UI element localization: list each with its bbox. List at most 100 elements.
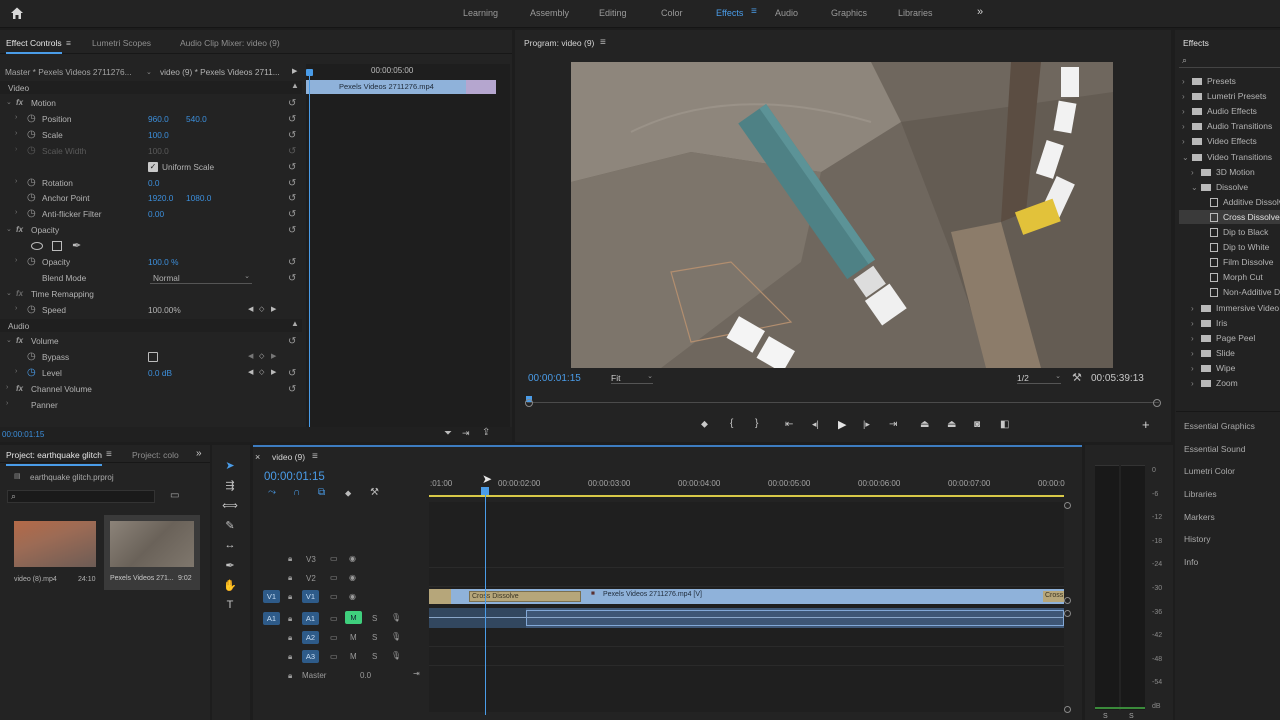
- stopwatch-icon[interactable]: ◷: [27, 113, 36, 124]
- position-y-value[interactable]: 540.0: [186, 114, 207, 124]
- prev-keyframe-icon[interactable]: ◀: [248, 368, 253, 376]
- chevron-right-icon[interactable]: ›: [1182, 137, 1192, 146]
- anchor-x-value[interactable]: 1920.0: [148, 193, 173, 203]
- tab-effect-controls[interactable]: Effect Controls: [6, 38, 62, 54]
- workspace-tab-editing[interactable]: Editing: [599, 8, 627, 18]
- panel-menu-icon[interactable]: ≡: [106, 449, 112, 460]
- stopwatch-icon[interactable]: ◷: [27, 256, 36, 267]
- master-volume-value[interactable]: 0.0: [360, 671, 371, 680]
- reset-icon[interactable]: ↺: [288, 98, 296, 109]
- chevron-right-icon[interactable]: ›: [1191, 319, 1201, 328]
- effects-tree-item[interactable]: › Iris: [1191, 318, 1227, 333]
- solo-button-a1[interactable]: S: [372, 614, 377, 623]
- collapse-up-icon[interactable]: ▲: [291, 319, 299, 328]
- wrench-icon[interactable]: ⚒: [1072, 371, 1082, 384]
- track-label-a3[interactable]: A3: [302, 650, 319, 663]
- reset-icon[interactable]: ↺: [288, 130, 296, 141]
- timeline-playhead-marker[interactable]: [481, 487, 489, 495]
- side-panel-libraries[interactable]: Libraries: [1184, 489, 1217, 499]
- tab-audio-clip-mixer[interactable]: Audio Clip Mixer: video (9): [180, 38, 280, 48]
- lock-icon[interactable]: 🔒︎: [288, 573, 292, 583]
- microphone-icon[interactable]: 🎙︎: [391, 632, 401, 641]
- scroll-handle-icon[interactable]: [1064, 610, 1071, 617]
- ellipse-mask-icon[interactable]: [31, 242, 43, 250]
- lock-icon[interactable]: 🔒︎: [288, 671, 292, 681]
- lift-icon[interactable]: ⏏: [920, 419, 929, 430]
- effect-controls-timecode[interactable]: 00:00:01:15: [2, 430, 44, 439]
- home-icon[interactable]: [10, 6, 24, 20]
- solo-button-a3[interactable]: S: [372, 652, 377, 661]
- track-label-a2[interactable]: A2: [302, 631, 319, 644]
- chevron-down-icon[interactable]: ⌄: [146, 68, 152, 76]
- chevron-right-icon[interactable]: ›: [1191, 349, 1201, 358]
- microphone-icon[interactable]: 🎙︎: [391, 613, 401, 622]
- next-keyframe-icon[interactable]: ▶: [271, 352, 276, 360]
- effects-tree-item[interactable]: › Audio Effects: [1182, 106, 1257, 121]
- sync-lock-icon[interactable]: ▭: [330, 554, 338, 563]
- add-keyframe-icon[interactable]: ◇: [259, 352, 264, 360]
- effects-tree-item[interactable]: › Immersive Video: [1191, 303, 1279, 318]
- stopwatch-icon[interactable]: ◷: [27, 351, 36, 362]
- reset-icon[interactable]: ↺: [288, 257, 296, 268]
- program-current-timecode[interactable]: 00:00:01:15: [528, 373, 581, 384]
- effects-tree-item[interactable]: › Presets: [1182, 76, 1236, 91]
- next-keyframe-icon[interactable]: ▶: [271, 305, 276, 313]
- sync-lock-icon[interactable]: ▭: [330, 652, 338, 661]
- extract-icon[interactable]: ⏏: [947, 419, 956, 430]
- step-back-icon[interactable]: ◂|: [812, 419, 819, 430]
- target-sequence-label[interactable]: video (9) * Pexels Videos 2711...: [160, 67, 280, 77]
- export-icon[interactable]: ⇪: [482, 427, 490, 438]
- compare-icon[interactable]: ◧: [1000, 419, 1009, 430]
- opacity-value[interactable]: 100.0 %: [148, 257, 178, 267]
- program-video-frame[interactable]: [571, 62, 1113, 368]
- effects-tree-item[interactable]: › Slide: [1191, 348, 1235, 363]
- reset-icon[interactable]: ↺: [288, 336, 296, 347]
- tab-project-colo[interactable]: Project: colo: [132, 450, 179, 460]
- new-bin-icon[interactable]: ▭: [170, 490, 179, 501]
- track-label-v3[interactable]: V3: [306, 555, 316, 564]
- stopwatch-icon[interactable]: ◷: [27, 367, 36, 378]
- workspace-tab-effects[interactable]: Effects: [716, 8, 743, 18]
- lock-icon[interactable]: 🔒︎: [288, 633, 292, 643]
- effects-tree-item[interactable]: Cross Dissolve: [1200, 212, 1280, 227]
- end-transition[interactable]: Cross: [1043, 591, 1064, 602]
- filter-icon[interactable]: ⏷: [444, 428, 452, 439]
- effects-search-input[interactable]: ⌕: [1179, 55, 1280, 68]
- track-label-v1[interactable]: V1: [302, 590, 319, 603]
- stopwatch-icon[interactable]: ◷: [27, 129, 36, 140]
- mini-clip-bar[interactable]: Pexels Videos 2711276.mp4: [306, 80, 496, 94]
- chevron-right-icon[interactable]: ›: [1191, 168, 1201, 177]
- stopwatch-icon[interactable]: ◷: [27, 192, 36, 203]
- sync-lock-icon[interactable]: ▭: [330, 592, 338, 601]
- jump-icon[interactable]: ⇥: [462, 428, 470, 439]
- pen-mask-icon[interactable]: ✒: [72, 239, 81, 252]
- workspace-tab-libraries[interactable]: Libraries: [898, 8, 933, 18]
- stopwatch-icon[interactable]: ◷: [27, 304, 36, 315]
- tab-project-earthquake[interactable]: Project: earthquake glitch: [6, 450, 102, 466]
- hamburger-menu-icon[interactable]: ≡: [751, 6, 757, 17]
- track-label-v2[interactable]: V2: [306, 574, 316, 583]
- selection-tool-icon[interactable]: ➤: [222, 459, 238, 475]
- effects-tree-item[interactable]: › 3D Motion: [1191, 167, 1255, 182]
- side-panel-markers[interactable]: Markers: [1184, 512, 1215, 522]
- side-panel-history[interactable]: History: [1184, 534, 1210, 544]
- close-icon[interactable]: ×: [255, 452, 260, 462]
- collapse-up-icon[interactable]: ▲: [291, 81, 299, 90]
- fx-icon[interactable]: fx: [16, 384, 23, 393]
- prev-keyframe-icon[interactable]: ◀: [248, 305, 253, 313]
- mark-in-icon[interactable]: {: [730, 418, 733, 429]
- reset-icon[interactable]: ↺: [288, 193, 296, 204]
- reset-icon[interactable]: ↺: [288, 273, 296, 284]
- side-panel-lumetri-color[interactable]: Lumetri Color: [1184, 466, 1235, 476]
- meter-solo-right[interactable]: S: [1129, 713, 1134, 720]
- type-tool-icon[interactable]: T: [222, 599, 238, 615]
- play-triangle-icon[interactable]: ▶: [292, 67, 297, 75]
- tab-lumetri-scopes[interactable]: Lumetri Scopes: [92, 38, 151, 48]
- lock-icon[interactable]: 🔒︎: [288, 652, 292, 662]
- side-panel-essential-graphics[interactable]: Essential Graphics: [1184, 421, 1255, 431]
- ripple-edit-tool-icon[interactable]: ⟺: [222, 499, 238, 515]
- program-scrubber[interactable]: [525, 396, 1161, 410]
- effects-tree-item[interactable]: › Video Effects: [1182, 136, 1257, 151]
- source-patch-v1[interactable]: V1: [263, 590, 280, 603]
- camera-icon[interactable]: ◙: [974, 419, 980, 430]
